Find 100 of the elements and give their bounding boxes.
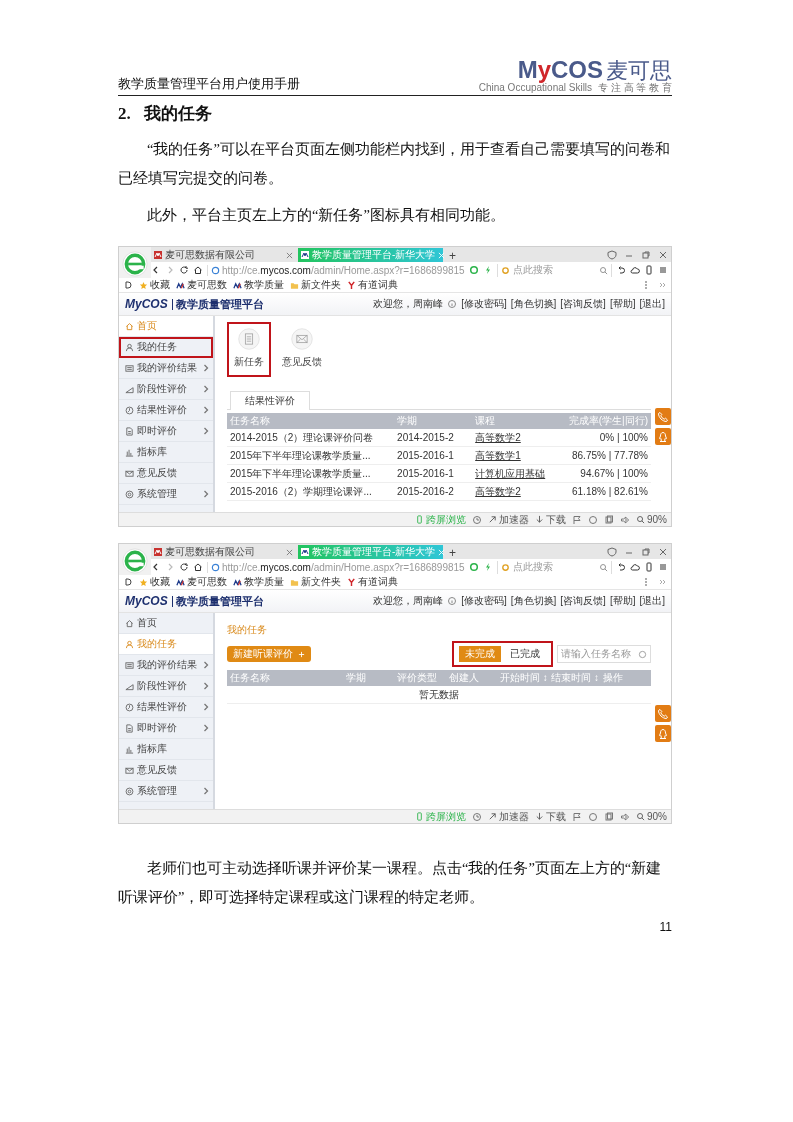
- phone-button[interactable]: [655, 705, 671, 722]
- bars-icon: [125, 447, 134, 457]
- header-link[interactable]: [咨询反馈]: [560, 594, 606, 608]
- cloud-icon[interactable]: [630, 562, 640, 572]
- info-icon[interactable]: [447, 299, 458, 309]
- copy-icon[interactable]: [604, 811, 614, 822]
- header-link[interactable]: [退出]: [639, 594, 665, 608]
- header-link[interactable]: [帮助]: [609, 594, 636, 608]
- sidebar-item[interactable]: 指标库: [119, 442, 213, 463]
- phone-button[interactable]: [655, 408, 671, 425]
- speaker-icon[interactable]: [620, 514, 630, 525]
- browser-tab[interactable]: 麦可思数据有限公司: [151, 248, 296, 262]
- reload-icon[interactable]: [179, 562, 189, 572]
- history-icon[interactable]: [472, 811, 482, 822]
- home-icon[interactable]: [193, 562, 203, 572]
- gear-icon: [125, 489, 134, 499]
- reload-icon[interactable]: [179, 265, 189, 275]
- copy-icon[interactable]: [604, 514, 614, 525]
- shield-icon[interactable]: [607, 546, 617, 557]
- flag-icon[interactable]: [572, 514, 582, 525]
- bookmark[interactable]: 有道词典: [347, 575, 398, 589]
- bookmark[interactable]: 麦可思数: [176, 278, 227, 292]
- logo-icon: [233, 577, 242, 587]
- info-icon[interactable]: [447, 596, 458, 606]
- sidebar-item[interactable]: 结果性评价: [119, 400, 213, 421]
- chat-button[interactable]: [655, 725, 671, 742]
- header-link[interactable]: [咨询反馈]: [560, 297, 606, 311]
- bookmark[interactable]: 教学质量: [233, 575, 284, 589]
- sidebar-item[interactable]: 指标库: [119, 739, 213, 760]
- address-field[interactable]: http://ce.mycos.com/admin/Home.aspx?r=1686899815: [207, 264, 465, 276]
- status-item[interactable]: 下载: [535, 512, 566, 527]
- sidebar-item[interactable]: 我的评价结果: [119, 358, 213, 379]
- sidebar-item[interactable]: 即时评价: [119, 718, 213, 739]
- sidebar-item[interactable]: 结果性评价: [119, 697, 213, 718]
- new-tab-button[interactable]: +: [445, 547, 460, 559]
- arrow-icon: [488, 812, 497, 821]
- bookmark[interactable]: 有道词典: [347, 278, 398, 292]
- sidebar-item[interactable]: 意见反馈: [119, 760, 213, 781]
- header-link[interactable]: [修改密码]: [461, 594, 507, 608]
- close-icon[interactable]: [286, 548, 293, 556]
- content-tab[interactable]: 结果性评价: [230, 391, 310, 410]
- status-item[interactable]: 加速器: [488, 809, 529, 824]
- flag-icon[interactable]: [572, 811, 582, 822]
- user-icon: [125, 639, 134, 649]
- speaker-icon[interactable]: [620, 811, 630, 822]
- header-link[interactable]: [角色切换]: [510, 297, 557, 311]
- address-field[interactable]: http://ce.mycos.com/admin/Home.aspx?r=1686899815: [207, 561, 465, 573]
- header-link[interactable]: [角色切换]: [510, 594, 557, 608]
- bookmark[interactable]: 新文件夹: [290, 575, 341, 589]
- chevron-icon[interactable]: [657, 577, 667, 587]
- bookmark[interactable]: 麦可思数: [176, 575, 227, 589]
- shield-icon[interactable]: [607, 249, 617, 260]
- course-link[interactable]: 高等数学2: [475, 485, 521, 497]
- sidebar-item[interactable]: 系统管理: [119, 484, 213, 505]
- phone-icon[interactable]: [644, 265, 654, 275]
- status-item[interactable]: 加速器: [488, 512, 529, 527]
- undo-icon[interactable]: [616, 265, 626, 275]
- header-link[interactable]: [退出]: [639, 297, 665, 311]
- zoom-icon: [636, 812, 645, 821]
- home-icon[interactable]: [193, 265, 203, 275]
- header-link[interactable]: [帮助]: [609, 297, 636, 311]
- paragraph: “我的任务”可以在平台页面左侧功能栏内找到，用于查看自己需要填写的问卷和已经填写完提交的问卷。: [118, 140, 671, 188]
- sidebar-item[interactable]: 我的任务: [119, 337, 213, 358]
- zoom-icon: [636, 515, 645, 524]
- course-link[interactable]: 计算机应用基础: [475, 467, 546, 479]
- undo-icon[interactable]: [616, 562, 626, 572]
- sidebar-item[interactable]: 系统管理: [119, 781, 213, 802]
- bars-icon: [125, 744, 134, 754]
- course-link[interactable]: 高等数学2: [475, 431, 521, 443]
- header-link[interactable]: [修改密码]: [461, 297, 507, 311]
- sidebar-item[interactable]: 阶段性评价: [119, 379, 213, 400]
- phone-icon[interactable]: [644, 562, 654, 572]
- close-icon[interactable]: [658, 249, 668, 260]
- cloud-icon[interactable]: [630, 265, 640, 275]
- shortcut-tile[interactable]: 意见反馈: [275, 322, 329, 377]
- shortcut-tile[interactable]: 新任务: [227, 322, 271, 377]
- sidebar-item[interactable]: 阶段性评价: [119, 676, 213, 697]
- table-cell: 2015-2016-1: [394, 464, 473, 483]
- bookmark[interactable]: 新文件夹: [290, 278, 341, 292]
- status-item[interactable]: 90%: [636, 514, 667, 525]
- sidebar-item[interactable]: 我的评价结果: [119, 655, 213, 676]
- bookmark[interactable]: 收藏: [139, 575, 170, 589]
- status-item[interactable]: 下载: [535, 809, 566, 824]
- sidebar-item[interactable]: 意见反馈: [119, 463, 213, 484]
- browser-tab[interactable]: 麦可思数据有限公司: [151, 545, 296, 559]
- status-item[interactable]: 90%: [636, 811, 667, 822]
- close-icon[interactable]: [658, 546, 668, 557]
- close-icon[interactable]: [286, 251, 293, 259]
- course-link[interactable]: 高等数学1: [475, 449, 521, 461]
- history-icon[interactable]: [472, 514, 482, 525]
- chevron-icon[interactable]: [657, 280, 667, 290]
- new-tab-button[interactable]: +: [445, 250, 460, 262]
- bookmark[interactable]: 教学质量: [233, 278, 284, 292]
- trend-icon: [125, 384, 134, 394]
- restore-icon[interactable]: [641, 546, 651, 557]
- chat-button[interactable]: [655, 428, 671, 445]
- section-heading: 2. 我的任务: [118, 103, 213, 125]
- restore-icon[interactable]: [641, 249, 651, 260]
- bookmark[interactable]: 收藏: [139, 278, 170, 292]
- sidebar-item[interactable]: 即时评价: [119, 421, 213, 442]
